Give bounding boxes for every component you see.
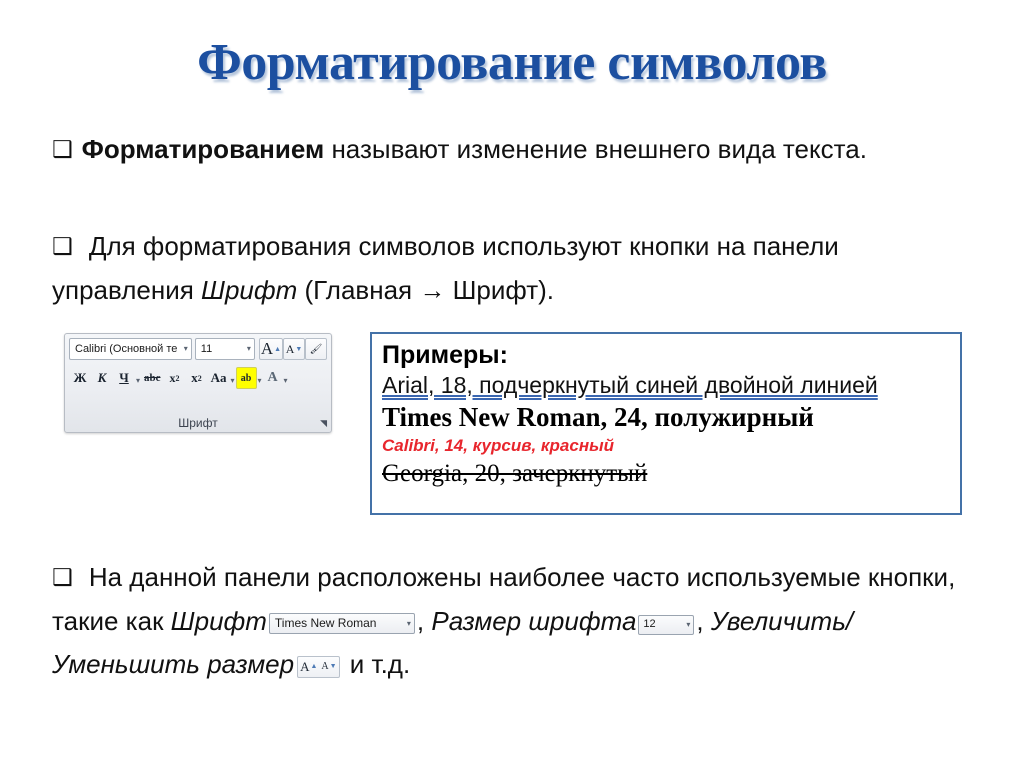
- clear-formatting-icon[interactable]: 🖌: [305, 338, 327, 360]
- subscript-button[interactable]: x2: [164, 367, 186, 389]
- shrink-font-letter: A: [285, 341, 295, 356]
- bullet-1-bold-lead: Форматированием: [81, 134, 325, 164]
- ribbon-group-label: Шрифт: [178, 416, 218, 430]
- inline-font-size-combo[interactable]: 12 ▾: [638, 614, 695, 635]
- change-case-button[interactable]: Aa: [208, 367, 230, 389]
- bullet-3-italic-font: Шрифт: [170, 606, 267, 636]
- bullet-2-text-part3: Шрифт).: [445, 275, 554, 305]
- ribbon-font-size-value: 11: [200, 343, 213, 355]
- bullet-2-text-part2: (Главная: [297, 275, 420, 305]
- down-arrow-icon: ▼: [329, 662, 337, 670]
- bold-button[interactable]: Ж: [69, 367, 91, 389]
- change-case-glyph: Aa: [210, 370, 227, 385]
- shrink-font-letter: A: [321, 661, 329, 672]
- bullet-item-3: ❑ На данной панели расположены наиболее …: [52, 556, 992, 686]
- bullet-item-2: ❑ Для форматирования символов используют…: [52, 225, 972, 312]
- chevron-down-icon: ▾: [406, 618, 411, 628]
- bullet-marker-icon: ❑: [52, 137, 73, 163]
- grow-font-letter: A: [300, 659, 310, 674]
- grow-font-letter: A: [260, 339, 274, 358]
- inline-font-name-value: Times New Roman: [274, 616, 377, 630]
- change-case-chevron-down-icon[interactable]: ▾: [230, 376, 236, 385]
- word-font-ribbon-group[interactable]: Calibri (Основной те ▾ 11 ▾ A ▲ A ▼ 🖌 Ж К …: [64, 333, 332, 433]
- bullet-item-1: ❑ Форматированием называют изменение внеш…: [52, 128, 972, 172]
- font-color-chevron-down-icon[interactable]: ▾: [283, 376, 289, 385]
- font-color-glyph: A: [267, 370, 278, 386]
- shrink-font-icon[interactable]: A ▼: [283, 338, 305, 360]
- grow-font-icon[interactable]: A ▲: [258, 338, 283, 360]
- page-title: Форматирование символов: [197, 34, 827, 91]
- italic-glyph: К: [97, 370, 107, 385]
- bullet-3-text-part3: ,: [696, 606, 711, 636]
- ribbon-row-top: Calibri (Основной те ▾ 11 ▾ A ▲ A ▼ 🖌: [69, 338, 327, 364]
- example-line-calibri-italic-red: Calibri, 14, курсив, красный: [382, 436, 614, 455]
- examples-box: Примеры: Arial, 18, подчеркнутый синей д…: [370, 332, 962, 515]
- dialog-launcher-icon[interactable]: ◥: [320, 418, 327, 429]
- italic-button[interactable]: К: [91, 367, 113, 389]
- highlight-chevron-down-icon[interactable]: ▾: [257, 376, 263, 385]
- bullet-marker-icon: ❑: [52, 234, 73, 260]
- chevron-down-icon: ▾: [686, 619, 691, 629]
- example-line-arial-underlined: Arial, 18, подчеркнутый синей двойной ли…: [382, 372, 878, 398]
- strikethrough-button[interactable]: abc: [141, 367, 164, 389]
- arrow-icon: →: [419, 275, 446, 305]
- bold-glyph: Ж: [73, 370, 87, 385]
- down-arrow-icon: ▼: [295, 345, 303, 353]
- inline-grow-shrink-font-icons[interactable]: A ▲ A ▼: [297, 655, 340, 678]
- font-color-icon[interactable]: A: [263, 367, 283, 389]
- strikethrough-glyph: abc: [144, 372, 161, 384]
- inline-font-size-value: 12: [643, 618, 656, 630]
- bullet-marker-icon: ❑: [52, 565, 73, 591]
- ribbon-font-name-value: Calibri (Основной те: [75, 343, 178, 355]
- inline-font-name-combo[interactable]: Times New Roman ▾: [268, 613, 415, 634]
- highlight-glyph: ab: [240, 372, 252, 384]
- bullet-3-text-part2: ,: [416, 606, 432, 636]
- examples-heading: Примеры:: [382, 341, 508, 369]
- bullet-1-text: называют изменение внешнего вида текста.: [324, 134, 867, 164]
- example-line-times-bold: Times New Roman, 24, полужирный: [382, 402, 814, 432]
- superscript-index: 2: [197, 373, 202, 383]
- subscript-index: 2: [175, 373, 180, 383]
- up-arrow-icon: ▲: [274, 345, 282, 353]
- bullet-3-italic-fontsize: Размер шрифта: [431, 606, 637, 636]
- example-line-georgia-strikethrough: Georgia, 20, зачеркнутый: [382, 460, 648, 487]
- ribbon-row-bottom: Ж К Ч ▾ abc x2 x2 Aa ▾ ab ▾ A ▾: [69, 367, 327, 393]
- superscript-button[interactable]: x2: [186, 367, 208, 389]
- bullet-3-text-part4: и т.д.: [342, 649, 411, 679]
- chevron-down-icon: ▾: [183, 344, 188, 353]
- bullet-2-italic-font: Шрифт: [201, 275, 298, 305]
- ribbon-font-size-combo[interactable]: 11 ▾: [194, 338, 255, 360]
- up-arrow-icon: ▲: [310, 662, 318, 670]
- underline-glyph: Ч: [119, 370, 129, 385]
- text-highlight-color-icon[interactable]: ab: [235, 367, 257, 389]
- ribbon-font-name-combo[interactable]: Calibri (Основной те ▾: [69, 338, 192, 360]
- underline-button[interactable]: Ч: [113, 367, 135, 389]
- chevron-down-icon: ▾: [246, 344, 251, 353]
